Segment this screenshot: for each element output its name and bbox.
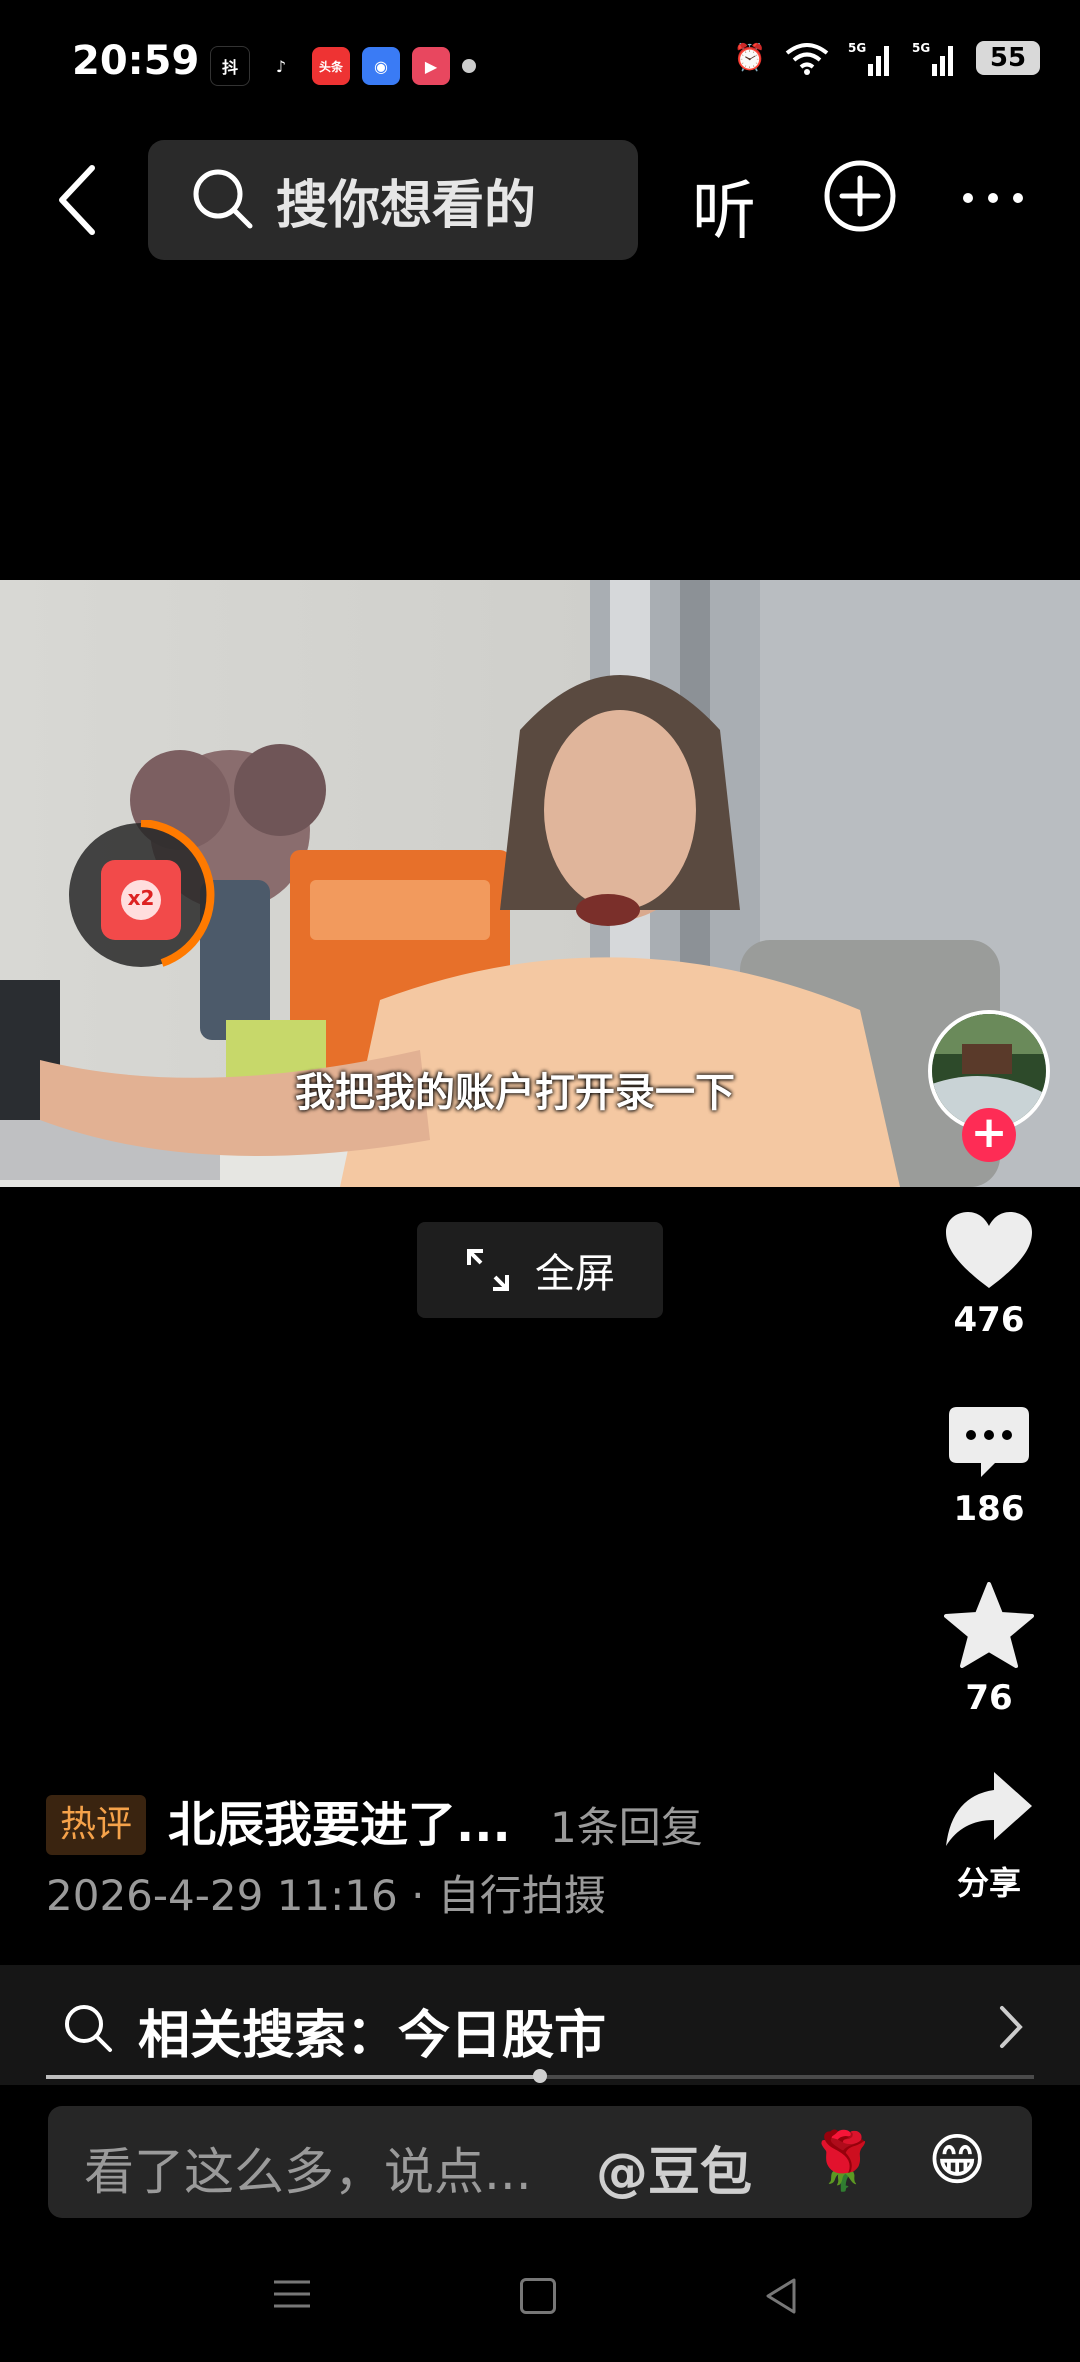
svg-text:5G: 5G bbox=[848, 41, 866, 55]
hot-comment-text[interactable]: 北辰我要进了... bbox=[168, 1795, 511, 1855]
comment-count: 186 bbox=[953, 1489, 1025, 1529]
browser-icon: ◉ bbox=[362, 47, 400, 85]
nav-home-icon[interactable] bbox=[520, 2278, 556, 2314]
like-count: 476 bbox=[953, 1300, 1025, 1340]
grin-emoji-button[interactable]: 😁 bbox=[928, 2128, 986, 2193]
post-meta: 2026-4-29 11:16 · 自行拍摄 bbox=[46, 1871, 606, 1920]
hot-comment-badge: 热评 bbox=[46, 1795, 147, 1855]
rose-emoji-button[interactable]: 🌹 bbox=[808, 2128, 878, 2194]
douyin-icon: 抖 bbox=[210, 46, 250, 86]
mention-doubao-button[interactable]: @豆包 bbox=[596, 2130, 752, 2205]
comment-placeholder: 看了这么多，说点... bbox=[84, 2143, 532, 2201]
fullscreen-button[interactable]: 全屏 bbox=[417, 1222, 663, 1318]
redpacket-widget[interactable]: x2 bbox=[66, 819, 216, 970]
alarm-icon: ⏰ bbox=[733, 43, 766, 73]
signal-icon-1: 5G bbox=[848, 41, 889, 76]
status-indicators: ⏰ 5G 5G 55 bbox=[734, 40, 1040, 76]
video-app-icon: ▶ bbox=[412, 47, 450, 85]
share-label: 分享 bbox=[956, 1864, 1021, 1902]
search-placeholder: 搜你想看的 bbox=[276, 175, 537, 236]
comment-icon bbox=[949, 1407, 1029, 1477]
nav-back-icon[interactable] bbox=[764, 2276, 798, 2316]
add-icon[interactable] bbox=[822, 158, 898, 234]
comment-action[interactable]: 186 bbox=[920, 1405, 1058, 1529]
reply-count[interactable]: 1条回复 bbox=[550, 1801, 703, 1855]
expand-icon bbox=[467, 1249, 509, 1291]
related-search-label: 相关搜索：今日股市 bbox=[138, 2006, 607, 2066]
heart-icon bbox=[946, 1212, 1032, 1288]
video-subtitle: 我把我的账户打开录一下 bbox=[295, 1070, 735, 1116]
favorite-count: 76 bbox=[965, 1678, 1013, 1718]
chevron-right-icon bbox=[1000, 2006, 1023, 2048]
more-notifications-dot bbox=[462, 59, 476, 73]
favorite-action[interactable]: 76 bbox=[920, 1582, 1058, 1718]
share-action[interactable]: 分享 bbox=[920, 1768, 1058, 1904]
search-icon bbox=[65, 2005, 112, 2052]
battery-indicator: 55 bbox=[976, 41, 1040, 75]
wifi-icon bbox=[785, 43, 829, 75]
fullscreen-label: 全屏 bbox=[535, 1251, 615, 1297]
notification-icons: 抖 ♪ 头条 ◉ ▶ bbox=[210, 46, 476, 86]
nav-menu-icon[interactable] bbox=[272, 2278, 312, 2310]
like-action[interactable]: 476 bbox=[920, 1210, 1058, 1340]
toutiao-icon: 头条 bbox=[312, 47, 350, 85]
tiktok-icon: ♪ bbox=[262, 47, 300, 85]
listen-button[interactable]: 听 bbox=[692, 160, 756, 252]
star-icon bbox=[944, 1582, 1034, 1668]
more-options-icon[interactable] bbox=[960, 188, 1026, 208]
video-progress-fill bbox=[46, 2075, 540, 2079]
back-arrow-icon[interactable] bbox=[48, 160, 108, 240]
video-progress-handle[interactable] bbox=[533, 2069, 547, 2083]
signal-icon-2: 5G bbox=[912, 41, 953, 76]
follow-button[interactable]: + bbox=[962, 1108, 1016, 1162]
svg-text:5G: 5G bbox=[912, 41, 930, 55]
search-icon bbox=[193, 169, 253, 229]
status-time: 20:59 bbox=[72, 38, 200, 84]
search-input[interactable]: 搜你想看的 bbox=[148, 140, 638, 260]
share-icon bbox=[946, 1772, 1032, 1846]
redpacket-multiplier: x2 bbox=[127, 886, 155, 910]
